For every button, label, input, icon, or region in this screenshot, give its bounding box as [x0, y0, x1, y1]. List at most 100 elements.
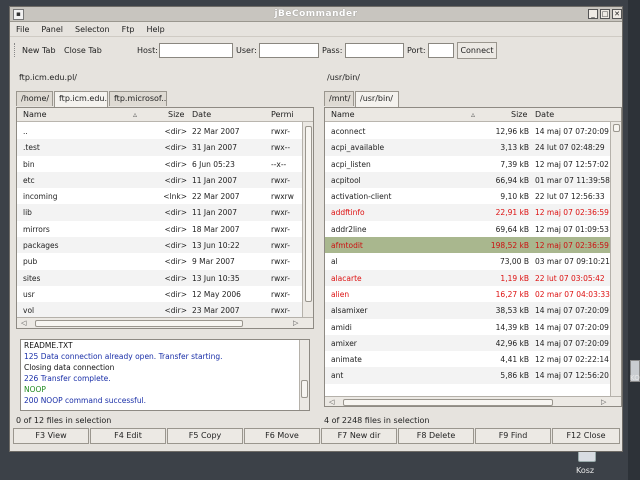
table-row[interactable]: aconnect 12,96 kB 14 maj 07 07:20:09	[325, 123, 621, 139]
scroll-right-icon[interactable]: ▷	[601, 398, 606, 406]
delete-button[interactable]: F8 Delete	[398, 428, 474, 444]
file-permissions: rwxr-	[271, 127, 290, 136]
toolbar: New Tab Close Tab Host: User: Pass: Port…	[10, 39, 622, 61]
col-name[interactable]: Name	[331, 110, 355, 119]
app-window: ▪ jBeCommander _ □ ✕ File Panel Selecton…	[9, 6, 623, 452]
sort-asc-icon[interactable]: ▵	[471, 110, 475, 119]
table-row[interactable]: amidi 14,39 kB 14 maj 07 07:20:09	[325, 319, 621, 335]
scroll-left-icon[interactable]: ◁	[329, 398, 334, 406]
close-icon[interactable]: ✕	[612, 9, 622, 19]
function-key-bar: F3 View F4 Edit F5 Copy F6 Move F7 New d…	[10, 428, 622, 445]
table-row[interactable]: alacarte 1,19 kB 22 lut 07 03:05:42	[325, 269, 621, 286]
table-row[interactable]: bin <dir> 6 Jun 05:23 --x--	[17, 156, 313, 172]
table-row[interactable]: activation-client 9,10 kB 22 lut 07 12:56:…	[325, 188, 621, 204]
table-row[interactable]: afmtodit 198,52 kB 12 maj 07 02:36:59	[325, 237, 621, 254]
password-input[interactable]	[345, 43, 404, 58]
tab-mnt[interactable]: /mnt/	[324, 91, 354, 106]
col-date[interactable]: Date	[192, 110, 211, 119]
file-date: 22 lut 07 12:56:33	[535, 192, 605, 202]
close-button[interactable]: F12 Close	[552, 428, 620, 444]
file-date: 14 maj 07 07:20:09	[535, 306, 609, 316]
table-row[interactable]: amixer 42,96 kB 14 maj 07 07:20:09	[325, 334, 621, 352]
toolbar-grip-icon[interactable]	[14, 43, 17, 57]
tab-ftp-microsoft[interactable]: ftp.microsof...	[109, 91, 167, 106]
table-row[interactable]: pub <dir> 9 Mar 2007 rwxr-	[17, 253, 313, 269]
file-size: <dir>	[164, 306, 188, 316]
view-button[interactable]: F3 View	[13, 428, 89, 444]
table-row[interactable]: .. <dir> 22 Mar 2007 rwxr-	[17, 123, 313, 139]
right-table-header: Name ▵ Size Date	[325, 108, 621, 122]
file-permissions: rwxr-	[271, 273, 290, 283]
table-row[interactable]: addftinfo 22,91 kB 12 maj 07 02:36:59	[325, 204, 621, 221]
table-row[interactable]: etc <dir> 11 Jan 2007 rwxr-	[17, 171, 313, 189]
table-row[interactable]: sites <dir> 13 Jun 10:35 rwxr-	[17, 269, 313, 286]
col-size[interactable]: Size	[511, 110, 527, 119]
left-horizontal-scrollbar[interactable]: ◁ ▷	[17, 317, 313, 328]
table-row[interactable]: mirrors <dir> 18 Mar 2007 rwxr-	[17, 221, 313, 237]
table-row[interactable]: alien 16,27 kB 02 mar 07 04:03:33	[325, 286, 621, 302]
menu-help[interactable]: Help	[146, 25, 164, 34]
file-name: incoming	[23, 192, 58, 202]
file-size: 69,64 kB	[495, 224, 529, 234]
right-vscroll-thumb[interactable]	[613, 124, 620, 132]
edit-button[interactable]: F4 Edit	[90, 428, 166, 444]
menu-panel[interactable]: Panel	[41, 25, 63, 34]
table-row[interactable]: .test <dir> 31 Jan 2007 rwx--	[17, 139, 313, 156]
table-row[interactable]: animate 4,41 kB 12 maj 07 02:22:14	[325, 351, 621, 367]
copy-button[interactable]: F5 Copy	[167, 428, 243, 444]
title-bar[interactable]: ▪ jBeCommander _ □ ✕	[10, 7, 622, 22]
scroll-left-icon[interactable]: ◁	[21, 319, 26, 327]
right-hscroll-thumb[interactable]	[343, 399, 553, 406]
table-row[interactable]: incoming <lnk> 22 Mar 2007 rwxrw	[17, 188, 313, 204]
left-vscroll-thumb[interactable]	[305, 126, 312, 302]
right-vertical-scrollbar[interactable]	[610, 122, 621, 398]
new-tab-button[interactable]: New Tab	[22, 46, 56, 55]
menu-selection[interactable]: Selecton	[75, 25, 110, 34]
table-row[interactable]: acpi_listen 7,39 kB 12 maj 07 12:57:02	[325, 156, 621, 172]
file-name: vol	[23, 306, 35, 316]
left-hscroll-thumb[interactable]	[35, 320, 243, 327]
table-row[interactable]: usr <dir> 12 May 2006 rwxr-	[17, 286, 313, 302]
file-size: 42,96 kB	[495, 338, 529, 348]
file-permissions: rwxr-	[271, 208, 290, 218]
maximize-icon[interactable]: □	[600, 9, 610, 19]
menu-file[interactable]: File	[16, 25, 29, 34]
table-row[interactable]: acpi_available 3,13 kB 24 lut 07 02:48:29	[325, 139, 621, 156]
close-tab-button[interactable]: Close Tab	[64, 46, 102, 55]
minimize-icon[interactable]: _	[588, 9, 598, 19]
table-row[interactable]: acpitool 66,94 kB 01 mar 07 11:39:58	[325, 171, 621, 189]
menu-ftp[interactable]: Ftp	[122, 25, 135, 34]
table-row[interactable]: packages <dir> 13 Jun 10:22 rwxr-	[17, 237, 313, 254]
table-row[interactable]: addr2line 69,64 kB 12 maj 07 01:09:53	[325, 221, 621, 237]
find-button[interactable]: F9 Find	[475, 428, 551, 444]
host-input[interactable]	[159, 43, 233, 58]
port-input[interactable]	[428, 43, 454, 58]
file-size: <dir>	[164, 208, 188, 218]
file-size: <lnk>	[163, 192, 187, 202]
sort-asc-icon[interactable]: ▵	[133, 110, 137, 119]
right-horizontal-scrollbar[interactable]: ◁ ▷	[325, 396, 621, 406]
log-line: 125 Data connection already open. Transf…	[24, 352, 223, 361]
file-name: packages	[23, 241, 59, 251]
new-dir-button[interactable]: F7 New dir	[321, 428, 397, 444]
col-perm[interactable]: Permi	[271, 110, 294, 119]
col-date[interactable]: Date	[535, 110, 554, 119]
col-size[interactable]: Size	[168, 110, 184, 119]
user-input[interactable]	[259, 43, 319, 58]
table-row[interactable]: al 73,00 B 03 mar 07 09:10:21	[325, 253, 621, 269]
move-button[interactable]: F6 Move	[244, 428, 320, 444]
port-label: Port:	[407, 46, 426, 55]
tab-home[interactable]: /home/	[16, 91, 53, 106]
table-row[interactable]: alsamixer 38,53 kB 14 maj 07 07:20:09	[325, 302, 621, 319]
scroll-right-icon[interactable]: ▷	[293, 319, 298, 327]
tab-ftp-icm[interactable]: ftp.icm.edu...	[54, 91, 108, 107]
connect-button[interactable]: Connect	[457, 42, 497, 59]
log-vertical-scrollbar[interactable]	[299, 340, 309, 410]
table-row[interactable]: lib <dir> 11 Jan 2007 rwxr-	[17, 204, 313, 221]
file-size: <dir>	[164, 159, 188, 169]
log-vscroll-thumb[interactable]	[301, 380, 308, 398]
tab-usr-bin[interactable]: /usr/bin/	[355, 91, 399, 107]
col-name[interactable]: Name	[23, 110, 47, 119]
left-vertical-scrollbar[interactable]	[302, 122, 313, 318]
table-row[interactable]: ant 5,86 kB 14 maj 07 12:56:20	[325, 367, 621, 384]
